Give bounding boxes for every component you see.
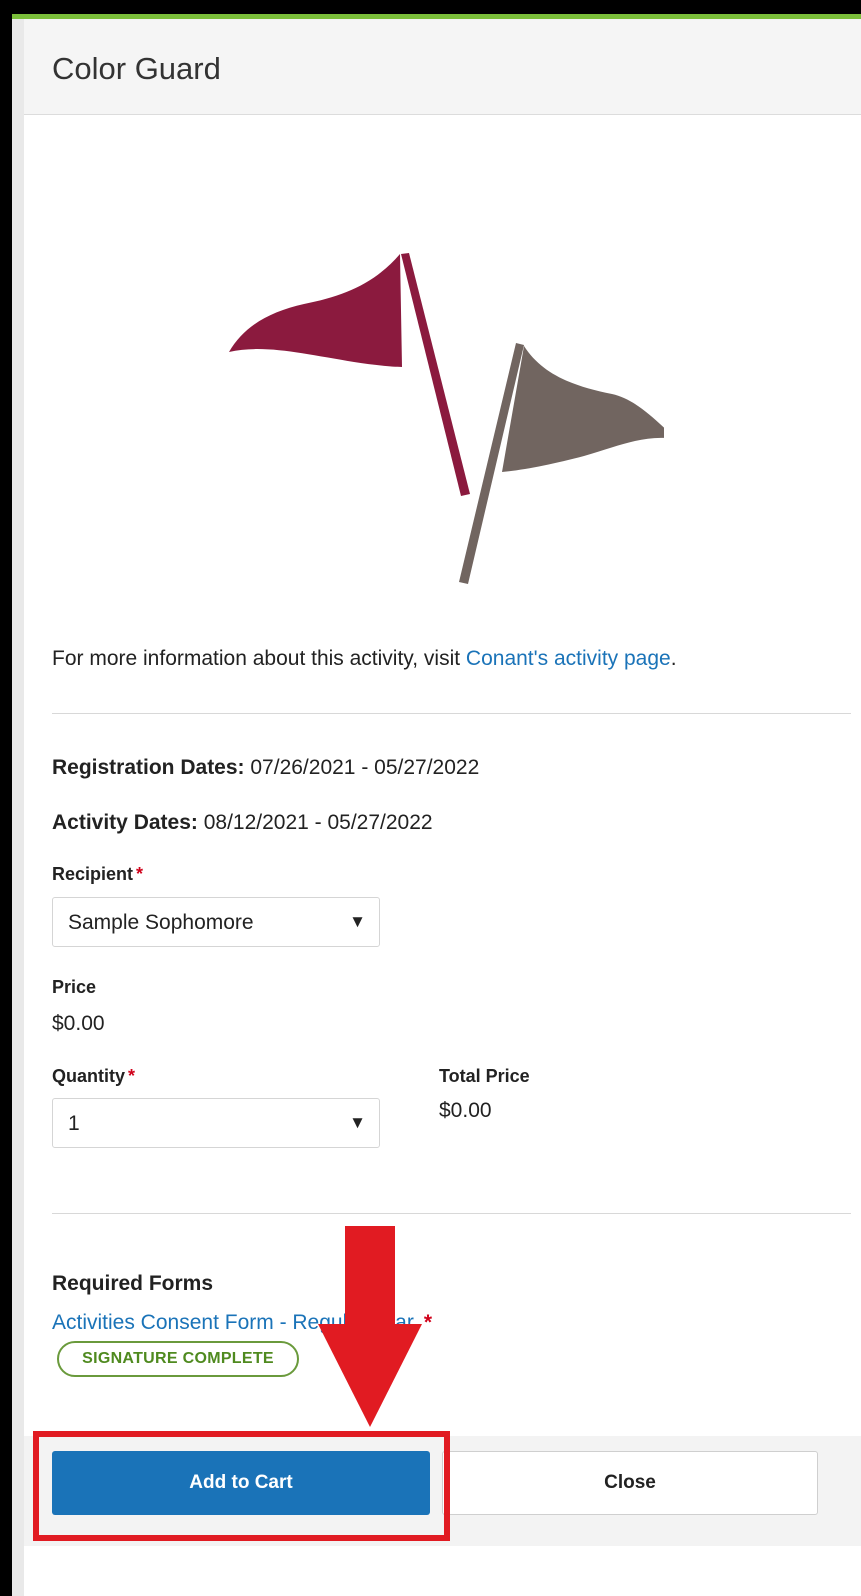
quantity-select-value: 1: [68, 1112, 80, 1135]
price-value: $0.00: [52, 1012, 105, 1035]
required-asterisk: *: [423, 1311, 433, 1334]
screen-border-top: [0, 0, 861, 14]
divider: [52, 1213, 851, 1214]
required-asterisk: *: [136, 864, 144, 884]
activity-page-link[interactable]: Conant's activity page: [466, 647, 671, 670]
caret-down-icon: ▼: [349, 912, 366, 931]
close-button[interactable]: Close: [442, 1451, 818, 1515]
total-price-label: Total Price: [439, 1066, 530, 1086]
info-prefix: For more information about this activity…: [52, 647, 466, 670]
signature-status-badge: SIGNATURE COMPLETE: [57, 1341, 299, 1377]
registration-dates: Registration Dates: 07/26/2021 - 05/27/2…: [52, 756, 479, 780]
quantity-label-text: Quantity: [52, 1066, 126, 1086]
recipient-select[interactable]: Sample Sophomore ▼: [52, 897, 380, 947]
annotation-arrow-down-icon: [318, 1226, 422, 1427]
caret-down-icon: ▼: [349, 1113, 366, 1132]
maroon-flag-pole: [401, 253, 470, 496]
activity-dates-value: 08/12/2021 - 05/27/2022: [197, 811, 433, 834]
annotation-highlight-box: [33, 1431, 450, 1541]
price-label: Price: [52, 977, 97, 997]
color-guard-flags-icon: [229, 253, 664, 584]
quantity-label: Quantity *: [52, 1066, 135, 1087]
divider: [52, 713, 851, 714]
screen-border-left: [0, 0, 12, 1596]
activity-modal: Color Guard For more information about t…: [24, 19, 861, 1596]
quantity-select[interactable]: 1 ▼: [52, 1098, 380, 1148]
required-forms-heading: Required Forms: [52, 1272, 214, 1295]
recipient-label: Recipient *: [52, 864, 143, 885]
activity-dates: Activity Dates: 08/12/2021 - 05/27/2022: [52, 811, 433, 835]
recipient-label-text: Recipient: [52, 864, 134, 884]
registration-dates-value: 07/26/2021 - 05/27/2022: [244, 756, 480, 779]
maroon-flag: [229, 254, 402, 367]
modal-title: Color Guard: [52, 51, 221, 86]
recipient-select-value: Sample Sophomore: [68, 911, 254, 934]
grey-flag: [502, 346, 664, 472]
background-page-edge: [12, 19, 24, 1596]
total-price-value: $0.00: [439, 1099, 492, 1122]
more-info-text: For more information about this activity…: [52, 647, 677, 671]
info-suffix: .: [670, 647, 677, 670]
activity-dates-label: Activity Dates:: [52, 811, 198, 834]
registration-dates-label: Registration Dates:: [52, 756, 245, 779]
modal-header: Color Guard: [24, 19, 861, 115]
required-asterisk: *: [128, 1066, 136, 1086]
